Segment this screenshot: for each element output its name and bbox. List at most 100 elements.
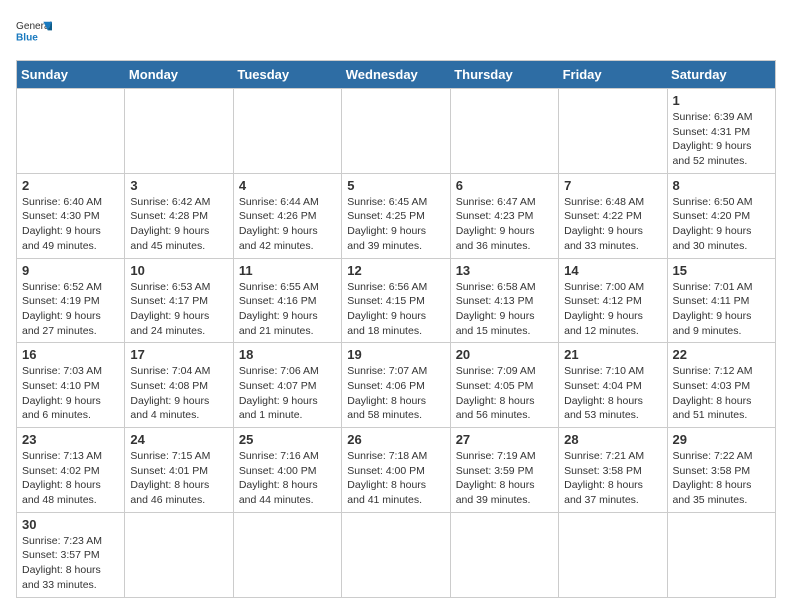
- calendar-cell: 25 Sunrise: 7:16 AM Sunset: 4:00 PM Dayli…: [233, 428, 341, 513]
- calendar-cell: [559, 89, 667, 174]
- calendar-cell: 8 Sunrise: 6:50 AM Sunset: 4:20 PM Daylig…: [667, 173, 775, 258]
- calendar-header-friday: Friday: [559, 61, 667, 89]
- day-number: 5: [347, 178, 444, 193]
- calendar-cell: [667, 512, 775, 597]
- calendar-cell: 18 Sunrise: 7:06 AM Sunset: 4:07 PM Dayli…: [233, 343, 341, 428]
- day-info: Sunrise: 6:42 AM Sunset: 4:28 PM Dayligh…: [130, 195, 227, 254]
- day-number: 27: [456, 432, 553, 447]
- calendar-cell: [450, 512, 558, 597]
- day-info: Sunrise: 6:52 AM Sunset: 4:19 PM Dayligh…: [22, 280, 119, 339]
- day-info: Sunrise: 7:10 AM Sunset: 4:04 PM Dayligh…: [564, 364, 661, 423]
- day-info: Sunrise: 7:03 AM Sunset: 4:10 PM Dayligh…: [22, 364, 119, 423]
- day-number: 8: [673, 178, 770, 193]
- day-info: Sunrise: 7:12 AM Sunset: 4:03 PM Dayligh…: [673, 364, 770, 423]
- calendar-cell: [342, 89, 450, 174]
- page-header: General Blue: [16, 16, 776, 52]
- day-info: Sunrise: 6:44 AM Sunset: 4:26 PM Dayligh…: [239, 195, 336, 254]
- day-info: Sunrise: 6:40 AM Sunset: 4:30 PM Dayligh…: [22, 195, 119, 254]
- day-number: 9: [22, 263, 119, 278]
- day-info: Sunrise: 6:55 AM Sunset: 4:16 PM Dayligh…: [239, 280, 336, 339]
- day-number: 11: [239, 263, 336, 278]
- calendar-cell: 13 Sunrise: 6:58 AM Sunset: 4:13 PM Dayli…: [450, 258, 558, 343]
- day-number: 18: [239, 347, 336, 362]
- calendar-week-5: 23 Sunrise: 7:13 AM Sunset: 4:02 PM Dayli…: [17, 428, 776, 513]
- calendar-header-monday: Monday: [125, 61, 233, 89]
- day-number: 6: [456, 178, 553, 193]
- day-info: Sunrise: 7:09 AM Sunset: 4:05 PM Dayligh…: [456, 364, 553, 423]
- calendar-cell: 17 Sunrise: 7:04 AM Sunset: 4:08 PM Dayli…: [125, 343, 233, 428]
- day-number: 28: [564, 432, 661, 447]
- day-info: Sunrise: 7:16 AM Sunset: 4:00 PM Dayligh…: [239, 449, 336, 508]
- calendar-cell: 29Sunrise: 7:22 AM Sunset: 3:58 PM Dayli…: [667, 428, 775, 513]
- calendar-cell: [17, 89, 125, 174]
- calendar-week-1: 1 Sunrise: 6:39 AM Sunset: 4:31 PM Daylig…: [17, 89, 776, 174]
- calendar-cell: [233, 512, 341, 597]
- day-info: Sunrise: 6:39 AM Sunset: 4:31 PM Dayligh…: [673, 110, 770, 169]
- day-info: Sunrise: 7:07 AM Sunset: 4:06 PM Dayligh…: [347, 364, 444, 423]
- calendar-cell: 3 Sunrise: 6:42 AM Sunset: 4:28 PM Daylig…: [125, 173, 233, 258]
- day-number: 15: [673, 263, 770, 278]
- day-number: 17: [130, 347, 227, 362]
- calendar-cell: [233, 89, 341, 174]
- calendar-cell: 10Sunrise: 6:53 AM Sunset: 4:17 PM Dayli…: [125, 258, 233, 343]
- day-info: Sunrise: 7:06 AM Sunset: 4:07 PM Dayligh…: [239, 364, 336, 423]
- day-number: 30: [22, 517, 119, 532]
- day-number: 13: [456, 263, 553, 278]
- calendar-cell: 7 Sunrise: 6:48 AM Sunset: 4:22 PM Daylig…: [559, 173, 667, 258]
- calendar-week-2: 2 Sunrise: 6:40 AM Sunset: 4:30 PM Daylig…: [17, 173, 776, 258]
- day-number: 12: [347, 263, 444, 278]
- day-number: 22: [673, 347, 770, 362]
- calendar-cell: [125, 512, 233, 597]
- calendar-cell: 19 Sunrise: 7:07 AM Sunset: 4:06 PM Dayli…: [342, 343, 450, 428]
- calendar-cell: 22 Sunrise: 7:12 AM Sunset: 4:03 PM Dayli…: [667, 343, 775, 428]
- day-info: Sunrise: 6:45 AM Sunset: 4:25 PM Dayligh…: [347, 195, 444, 254]
- calendar-cell: 14Sunrise: 7:00 AM Sunset: 4:12 PM Dayli…: [559, 258, 667, 343]
- calendar-cell: 28 Sunrise: 7:21 AM Sunset: 3:58 PM Dayli…: [559, 428, 667, 513]
- calendar-cell: [559, 512, 667, 597]
- calendar-cell: [342, 512, 450, 597]
- day-info: Sunrise: 6:58 AM Sunset: 4:13 PM Dayligh…: [456, 280, 553, 339]
- day-number: 19: [347, 347, 444, 362]
- day-number: 3: [130, 178, 227, 193]
- day-number: 7: [564, 178, 661, 193]
- day-info: Sunrise: 7:01 AM Sunset: 4:11 PM Dayligh…: [673, 280, 770, 339]
- calendar-cell: 4 Sunrise: 6:44 AM Sunset: 4:26 PM Daylig…: [233, 173, 341, 258]
- calendar-week-3: 9 Sunrise: 6:52 AM Sunset: 4:19 PM Daylig…: [17, 258, 776, 343]
- calendar-header-row: SundayMondayTuesdayWednesdayThursdayFrid…: [17, 61, 776, 89]
- day-info: Sunrise: 7:19 AM Sunset: 3:59 PM Dayligh…: [456, 449, 553, 508]
- day-info: Sunrise: 7:21 AM Sunset: 3:58 PM Dayligh…: [564, 449, 661, 508]
- calendar-cell: 23 Sunrise: 7:13 AM Sunset: 4:02 PM Dayli…: [17, 428, 125, 513]
- day-number: 26: [347, 432, 444, 447]
- calendar-cell: 11 Sunrise: 6:55 AM Sunset: 4:16 PM Dayli…: [233, 258, 341, 343]
- day-info: Sunrise: 7:00 AM Sunset: 4:12 PM Dayligh…: [564, 280, 661, 339]
- calendar-header-thursday: Thursday: [450, 61, 558, 89]
- day-info: Sunrise: 6:56 AM Sunset: 4:15 PM Dayligh…: [347, 280, 444, 339]
- calendar-cell: 15 Sunrise: 7:01 AM Sunset: 4:11 PM Dayli…: [667, 258, 775, 343]
- calendar-cell: 24 Sunrise: 7:15 AM Sunset: 4:01 PM Dayli…: [125, 428, 233, 513]
- day-info: Sunrise: 6:47 AM Sunset: 4:23 PM Dayligh…: [456, 195, 553, 254]
- calendar-cell: 1 Sunrise: 6:39 AM Sunset: 4:31 PM Daylig…: [667, 89, 775, 174]
- calendar-cell: 9 Sunrise: 6:52 AM Sunset: 4:19 PM Daylig…: [17, 258, 125, 343]
- day-number: 25: [239, 432, 336, 447]
- day-info: Sunrise: 7:23 AM Sunset: 3:57 PM Dayligh…: [22, 534, 119, 593]
- day-info: Sunrise: 6:53 AM Sunset: 4:17 PM Dayligh…: [130, 280, 227, 339]
- day-number: 4: [239, 178, 336, 193]
- calendar-week-6: 30 Sunrise: 7:23 AM Sunset: 3:57 PM Dayli…: [17, 512, 776, 597]
- day-number: 1: [673, 93, 770, 108]
- day-number: 16: [22, 347, 119, 362]
- day-info: Sunrise: 6:48 AM Sunset: 4:22 PM Dayligh…: [564, 195, 661, 254]
- day-info: Sunrise: 7:13 AM Sunset: 4:02 PM Dayligh…: [22, 449, 119, 508]
- calendar-cell: [450, 89, 558, 174]
- day-number: 24: [130, 432, 227, 447]
- day-info: Sunrise: 7:04 AM Sunset: 4:08 PM Dayligh…: [130, 364, 227, 423]
- day-number: 21: [564, 347, 661, 362]
- day-number: 2: [22, 178, 119, 193]
- calendar-header-tuesday: Tuesday: [233, 61, 341, 89]
- day-info: Sunrise: 7:15 AM Sunset: 4:01 PM Dayligh…: [130, 449, 227, 508]
- day-number: 23: [22, 432, 119, 447]
- day-number: 29: [673, 432, 770, 447]
- svg-text:Blue: Blue: [16, 32, 38, 43]
- calendar-cell: 21 Sunrise: 7:10 AM Sunset: 4:04 PM Dayli…: [559, 343, 667, 428]
- day-info: Sunrise: 6:50 AM Sunset: 4:20 PM Dayligh…: [673, 195, 770, 254]
- day-info: Sunrise: 7:18 AM Sunset: 4:00 PM Dayligh…: [347, 449, 444, 508]
